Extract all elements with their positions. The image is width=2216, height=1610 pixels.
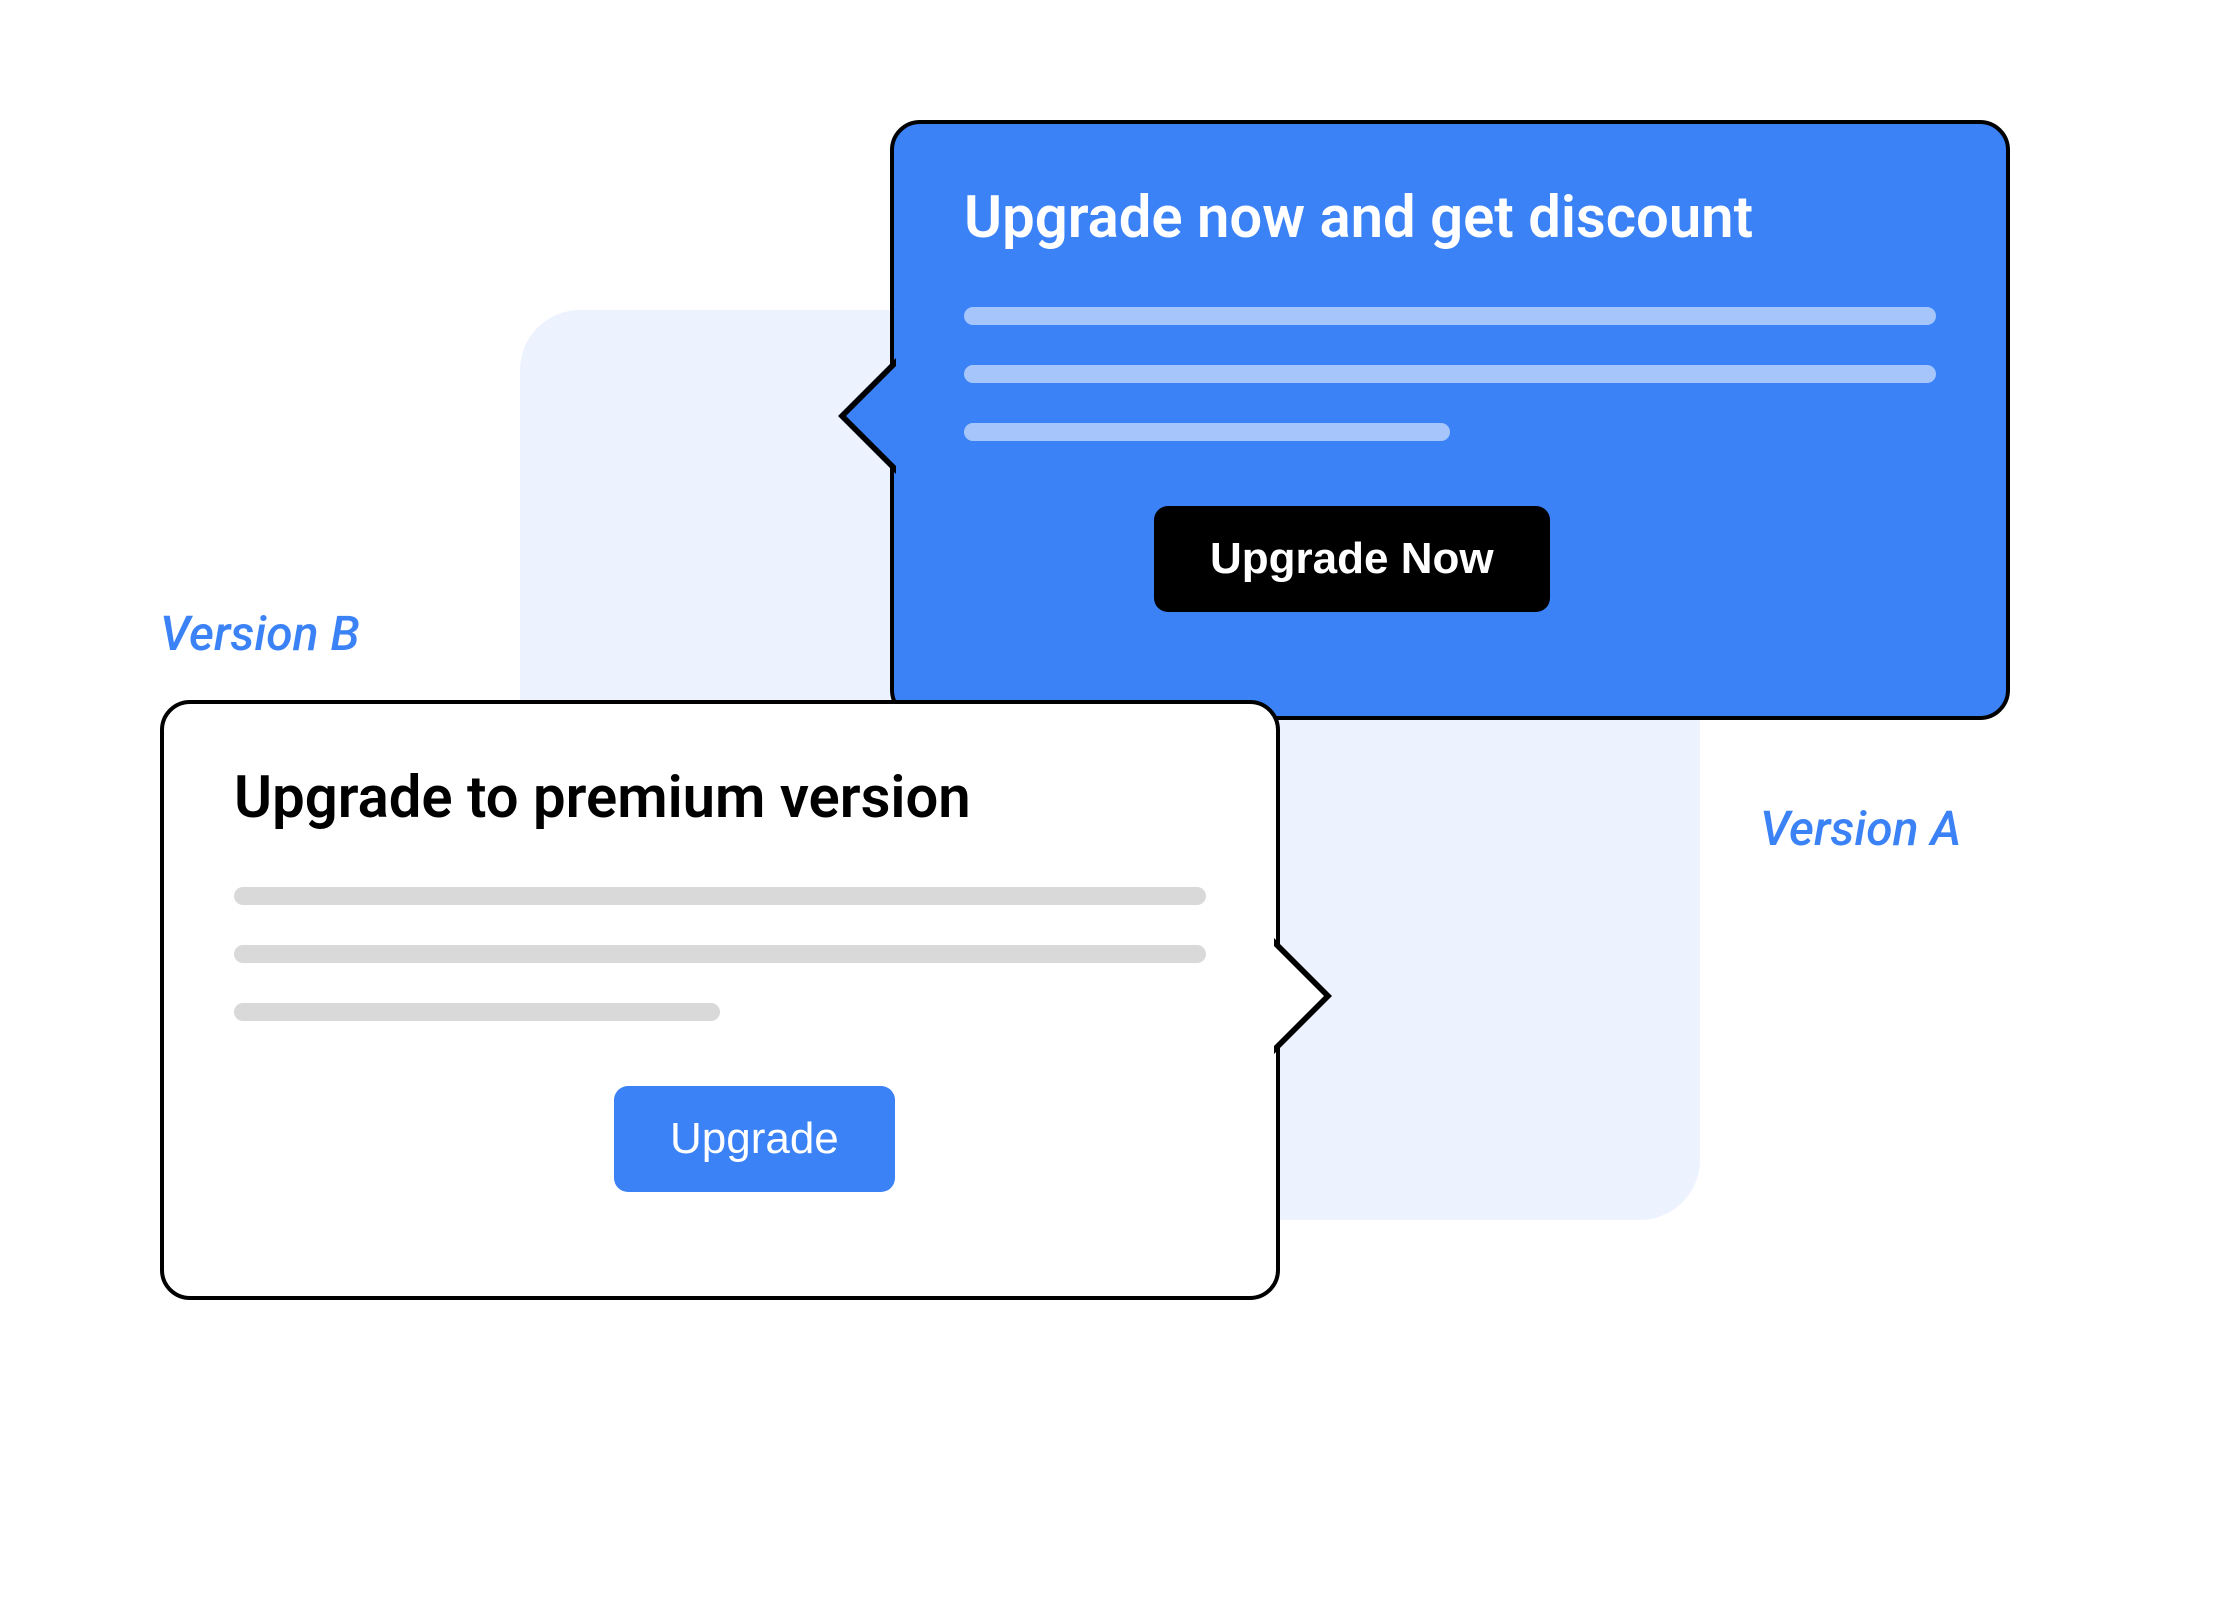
placeholder-line — [234, 1003, 720, 1021]
placeholder-line — [964, 307, 1936, 325]
version-a-label: Version A — [1760, 800, 1961, 857]
placeholder-line — [964, 423, 1450, 441]
speech-pointer-icon — [846, 364, 898, 468]
ab-test-diagram: Version B Version A Upgrade now and get … — [100, 80, 2116, 1530]
placeholder-line — [964, 365, 1936, 383]
placeholder-line — [234, 887, 1206, 905]
version-b-label: Version B — [160, 605, 360, 662]
upgrade-now-button[interactable]: Upgrade Now — [1154, 506, 1550, 612]
speech-pointer-icon — [1272, 944, 1324, 1048]
placeholder-line — [234, 945, 1206, 963]
card-a-title: Upgrade now and get discount — [964, 184, 1936, 252]
upgrade-button[interactable]: Upgrade — [614, 1086, 895, 1192]
card-b-title: Upgrade to premium version — [234, 764, 1206, 832]
version-a-card: Upgrade now and get discount Upgrade Now — [890, 120, 2010, 720]
version-b-card: Upgrade to premium version Upgrade — [160, 700, 1280, 1300]
